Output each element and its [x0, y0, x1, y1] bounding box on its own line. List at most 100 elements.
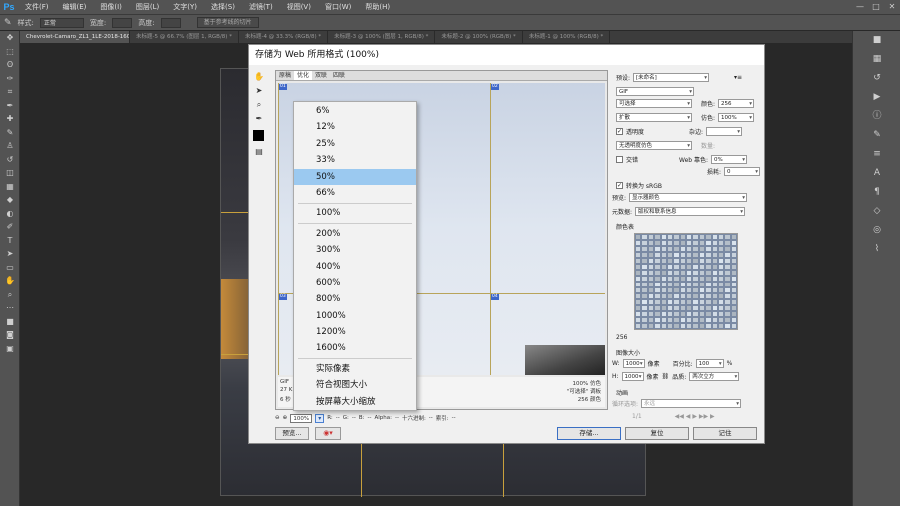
zoom-menu-item[interactable]: 1200%	[294, 324, 416, 340]
tab-2up[interactable]: 双联	[312, 71, 330, 80]
menu-view[interactable]: 视图(V)	[280, 0, 318, 14]
stamp-tool-icon[interactable]: ♙	[0, 139, 20, 153]
menu-select[interactable]: 选择(S)	[204, 0, 242, 14]
zoom-menu-item[interactable]: 400%	[294, 259, 416, 275]
doc-tab[interactable]: 未标题-5 @ 66.7% (图层 1, RGB/8) *	[130, 31, 239, 43]
shape-tool-icon[interactable]: ▭	[0, 261, 20, 275]
color-table-swatch[interactable]	[730, 323, 737, 329]
quick-select-tool-icon[interactable]: ✑	[0, 72, 20, 86]
more-tools-icon[interactable]: ⋯	[0, 301, 20, 315]
marquee-tool-icon[interactable]: ⬚	[0, 45, 20, 59]
width-field[interactable]: 1000	[622, 359, 645, 368]
zoom-menu-item[interactable]: 6%	[294, 103, 416, 119]
doc-tab[interactable]: 未标题-1 @ 100% (RGB/8) *	[523, 31, 611, 43]
preview-button[interactable]: 预览...	[275, 427, 309, 440]
gradient-tool-icon[interactable]: ▦	[0, 180, 20, 194]
hand-tool-icon[interactable]: ✋	[252, 70, 266, 84]
zoom-menu-item[interactable]: 符合视图大小	[294, 377, 416, 393]
minimize-button[interactable]: —	[852, 0, 868, 14]
browser-preview-button[interactable]: ◉▾	[315, 427, 341, 440]
matte-select[interactable]	[706, 127, 743, 136]
transparency-checkbox[interactable]: ✓	[616, 128, 623, 135]
zoom-menu-item[interactable]: 33%	[294, 152, 416, 168]
zoom-menu-item[interactable]: 600%	[294, 275, 416, 291]
maximize-button[interactable]: □	[868, 0, 884, 14]
preset-select[interactable]: [未命名]	[633, 73, 710, 82]
type-tool-icon[interactable]: T	[0, 234, 20, 248]
channels-panel-icon[interactable]: ◎	[853, 221, 900, 240]
eyedropper-tool-icon[interactable]: ✒	[252, 112, 266, 126]
eraser-tool-icon[interactable]: ◫	[0, 166, 20, 180]
history-brush-icon[interactable]: ↺	[0, 153, 20, 167]
preview-select[interactable]: 显示器颜色	[629, 193, 748, 202]
brush-panel-icon[interactable]: ✎	[853, 126, 900, 145]
slice-select-tool-icon[interactable]: ➤	[252, 84, 266, 98]
screen-mode-icon[interactable]: ▣	[0, 342, 20, 356]
colors-select[interactable]: 256	[718, 99, 755, 108]
format-select[interactable]: GIF	[616, 87, 694, 96]
style-select[interactable]: 正常	[39, 17, 84, 28]
tab-original[interactable]: 原稿	[276, 71, 294, 80]
zoom-menu-item[interactable]: 1000%	[294, 308, 416, 324]
color-panel-icon[interactable]: ■	[853, 31, 900, 50]
doc-tab[interactable]: 未标题-3 @ 100% (图层 1, RGB/8) *	[328, 31, 436, 43]
color-swatch-icon[interactable]: ■	[0, 315, 20, 329]
tab-optimized[interactable]: 优化	[294, 71, 313, 80]
menu-window[interactable]: 窗口(W)	[318, 0, 358, 14]
slice-tool-icon[interactable]: ✎	[4, 18, 12, 28]
loop-select[interactable]: 永远	[641, 399, 742, 408]
eyedropper-color-swatch[interactable]	[253, 130, 264, 141]
interlaced-checkbox[interactable]	[616, 156, 623, 163]
zoom-menu-item[interactable]: 66%	[294, 185, 416, 201]
menu-layer[interactable]: 图层(L)	[129, 0, 166, 14]
save-button[interactable]: 存储...	[557, 427, 621, 440]
close-button[interactable]: ✕	[884, 0, 900, 14]
swatches-panel-icon[interactable]: ▦	[853, 50, 900, 69]
info-panel-icon[interactable]: ⓘ	[853, 107, 900, 126]
metadata-select[interactable]: 版权和联系信息	[635, 207, 746, 216]
frame-nav-icons[interactable]: ◀◀ ◀ ▶ ▶▶ ▶	[675, 413, 715, 420]
path-select-icon[interactable]: ➤	[0, 247, 20, 261]
blur-tool-icon[interactable]: ◆	[0, 193, 20, 207]
reduction-select[interactable]: 可选择	[616, 99, 692, 108]
history-panel-icon[interactable]: ↺	[853, 69, 900, 88]
character-panel-icon[interactable]: A	[853, 164, 900, 183]
menu-filter[interactable]: 滤镜(T)	[242, 0, 280, 14]
hand-tool-icon[interactable]: ✋	[0, 274, 20, 288]
move-tool-icon[interactable]: ✥	[0, 31, 20, 45]
paths-panel-icon[interactable]: ⌇	[853, 240, 900, 259]
zoom-menu-item[interactable]: 200%	[294, 226, 416, 242]
quick-mask-icon[interactable]: ◙	[0, 328, 20, 342]
zoom-menu-item[interactable]: 12%	[294, 119, 416, 135]
reset-button[interactable]: 复位	[625, 427, 689, 440]
dither-amount-field[interactable]: 100%	[718, 113, 755, 122]
transparency-dither-select[interactable]: 无透明度仿色	[616, 141, 692, 150]
zoom-dropdown-arrow[interactable]: ▾	[315, 413, 325, 423]
zoom-menu-item[interactable]: 按屏幕大小缩放	[294, 394, 416, 410]
zoom-level-field[interactable]: 100%	[290, 413, 313, 423]
zoom-menu-item[interactable]: 1600%	[294, 340, 416, 356]
menu-type[interactable]: 文字(Y)	[166, 0, 204, 14]
optimize-menu-icon[interactable]: ▾≡	[734, 74, 742, 81]
link-icon[interactable]: ⛓	[662, 373, 670, 380]
tab-4up[interactable]: 四联	[330, 71, 348, 80]
lasso-tool-icon[interactable]: ʘ	[0, 58, 20, 72]
doc-tab[interactable]: Chevrolet-Camaro_ZL1_1LE-2018-1600-02.jp…	[20, 31, 130, 43]
layers-panel-icon[interactable]: ◇	[853, 202, 900, 221]
color-table[interactable]	[634, 233, 738, 330]
menu-edit[interactable]: 编辑(E)	[56, 0, 94, 14]
zoom-menu-item[interactable]: 50%	[294, 168, 416, 185]
paragraph-panel-icon[interactable]: ¶	[853, 183, 900, 202]
zoom-menu-item[interactable]: 100%	[294, 205, 416, 221]
width-input[interactable]	[112, 17, 133, 28]
dither-algorithm-select[interactable]: 扩散	[616, 113, 692, 122]
quality-select[interactable]: 两次立方	[689, 372, 740, 381]
zoom-menu-item[interactable]: 300%	[294, 242, 416, 258]
pen-tool-icon[interactable]: ✐	[0, 220, 20, 234]
crop-tool-icon[interactable]: ⌗	[0, 85, 20, 99]
zoom-tool-icon[interactable]: ⌕	[252, 98, 266, 112]
web-snap-field[interactable]: 0%	[711, 155, 748, 164]
slices-from-guides-button[interactable]: 基于参考线的切片	[196, 17, 259, 28]
actions-panel-icon[interactable]: ▶	[853, 88, 900, 107]
height-field[interactable]: 1000	[621, 372, 644, 381]
